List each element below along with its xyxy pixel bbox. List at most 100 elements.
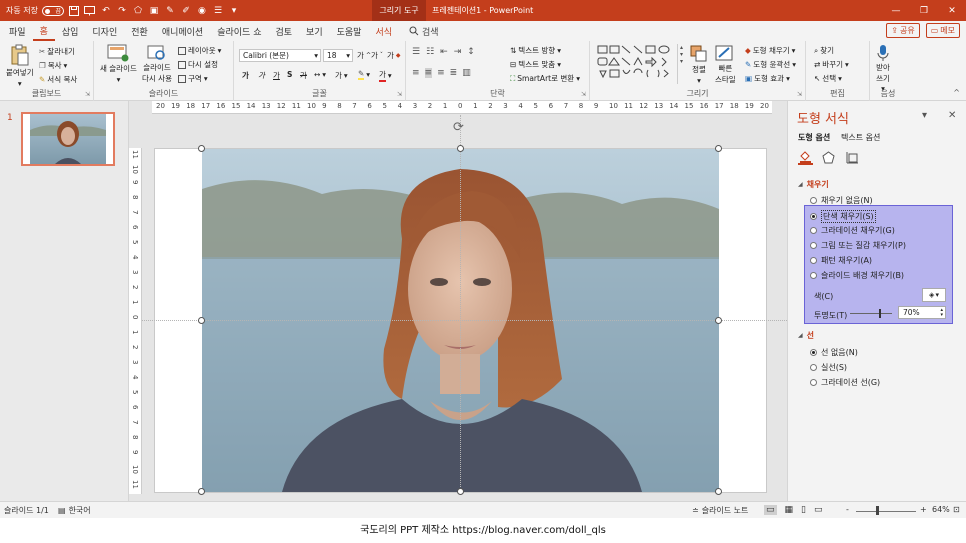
grow-font-button[interactable]: 가 ^ xyxy=(357,50,371,61)
copy-button[interactable]: ❐ 복사 ▾ xyxy=(39,60,67,71)
paragraph-launcher-icon[interactable]: ⇲ xyxy=(581,91,586,98)
zoom-in-button[interactable]: + xyxy=(920,505,927,514)
line-option-gradient[interactable]: 그라데이션 선(G) xyxy=(810,377,880,388)
fill-option-gradient[interactable]: 그라데이션 채우기(G) xyxy=(810,225,895,236)
find-button[interactable]: ⌕ 찾기 xyxy=(814,45,834,56)
format-painter-button[interactable]: ✎ 서식 복사 xyxy=(39,74,77,85)
transparency-input[interactable]: 70% ▴ ▾ xyxy=(898,306,946,319)
resize-handle-bottom-right[interactable] xyxy=(715,488,722,495)
quick-styles-button[interactable]: 빠른 스타일 xyxy=(715,45,736,85)
new-slide-button[interactable]: 새 슬라이드 ▾ xyxy=(100,44,137,84)
shape-effects-button[interactable]: ▣ 도형 효과 ▾ xyxy=(745,73,790,84)
tab-text-options[interactable]: 텍스트 옵션 xyxy=(841,132,880,143)
text-direction-button[interactable]: ⇅ 텍스트 방향 ▾ xyxy=(510,45,561,56)
resize-handle-bottom-left[interactable] xyxy=(198,488,205,495)
size-properties-icon[interactable] xyxy=(845,150,860,165)
align-center-icon[interactable]: ≡ xyxy=(424,68,433,78)
arrange-button[interactable]: 정렬 ▾ xyxy=(690,45,708,85)
tab-file[interactable]: 파일 xyxy=(2,21,33,41)
replace-button[interactable]: ⇄ 바꾸기 ▾ xyxy=(814,59,849,70)
effects-icon[interactable] xyxy=(821,150,836,165)
customize-qat-icon[interactable]: ▾ xyxy=(228,5,240,17)
tab-shape-options[interactable]: 도형 옵션 xyxy=(798,132,830,143)
normal-view-icon[interactable]: ▭ xyxy=(764,505,777,515)
font-name-combo[interactable]: Calibri (본문) ▾ xyxy=(239,49,321,62)
decrease-indent-icon[interactable]: ⇤ xyxy=(440,47,448,57)
reading-view-icon[interactable]: ▯ xyxy=(801,505,806,515)
transparency-slider[interactable] xyxy=(850,313,892,316)
minimize-button[interactable]: — xyxy=(882,0,910,21)
smartart-button[interactable]: ⛶ SmartArt로 변환 ▾ xyxy=(510,73,580,84)
align-right-icon[interactable]: ≡ xyxy=(437,68,445,78)
fill-option-slide-background[interactable]: 슬라이드 배경 채우기(B) xyxy=(810,270,904,281)
undo-icon[interactable]: ↶ xyxy=(100,5,112,17)
shapes-gallery-scroll[interactable]: ▴ ▾ ▾ xyxy=(677,44,685,84)
clipboard-launcher-icon[interactable]: ⇲ xyxy=(85,91,90,98)
paste-button[interactable]: 붙여넣기 ▾ xyxy=(6,44,34,88)
redo-icon[interactable]: ↷ xyxy=(116,5,128,17)
cut-button[interactable]: ✂ 잘라내기 xyxy=(39,46,75,57)
color-picker-button[interactable]: ◈ ▾ xyxy=(922,288,946,302)
line-option-none[interactable]: 선 없음(N) xyxy=(810,347,858,358)
slide-thumbnail[interactable] xyxy=(21,112,115,166)
line-section-header[interactable]: ◢ 선 xyxy=(798,330,814,341)
resize-handle-top[interactable] xyxy=(457,145,464,152)
pen-icon[interactable]: ✎ xyxy=(164,5,176,17)
reuse-slides-button[interactable]: 슬라이드 다시 사용 xyxy=(142,44,172,84)
line-spacing-icon[interactable]: ↕ xyxy=(467,47,475,57)
strikethrough-button[interactable]: 가 xyxy=(300,70,307,81)
zoom-slider-thumb[interactable] xyxy=(876,506,879,515)
picture-icon[interactable]: ▣ xyxy=(148,5,160,17)
highlight-button[interactable]: ✎ ▾ xyxy=(358,69,370,80)
section-button[interactable]: 구역 ▾ xyxy=(178,73,208,84)
notes-button[interactable]: ≐ 슬라이드 노트 xyxy=(692,505,748,516)
collapse-ribbon-icon[interactable]: ^ xyxy=(953,88,960,97)
zoom-out-button[interactable]: - xyxy=(846,505,849,514)
fill-option-picture[interactable]: 그림 또는 질감 채우기(P) xyxy=(810,240,906,251)
resize-handle-top-right[interactable] xyxy=(715,145,722,152)
tab-help[interactable]: 도움말 xyxy=(330,21,369,41)
tab-home[interactable]: 홈 xyxy=(32,21,55,41)
slide-sorter-icon[interactable]: ▦ xyxy=(785,505,794,515)
tab-slideshow[interactable]: 슬라이드 쇼 xyxy=(210,21,268,41)
align-left-icon[interactable]: ≡ xyxy=(412,68,420,78)
fit-to-window-icon[interactable]: ⊡ xyxy=(953,505,960,514)
select-button[interactable]: ↖ 선택 ▾ xyxy=(814,73,842,84)
fill-line-icon[interactable] xyxy=(798,150,813,165)
fill-section-header[interactable]: ◢ 채우기 xyxy=(798,179,829,190)
present-icon[interactable] xyxy=(84,5,96,17)
tab-transitions[interactable]: 전환 xyxy=(124,21,155,41)
bold-button[interactable]: 가 xyxy=(242,70,249,81)
comments-button[interactable]: ▭ 메모 xyxy=(925,23,960,38)
bullets-icon[interactable]: ☰ xyxy=(412,47,420,57)
save-icon[interactable] xyxy=(68,5,80,17)
tab-design[interactable]: 디자인 xyxy=(85,21,124,41)
slideshow-icon[interactable]: ▭ xyxy=(814,505,823,515)
shapes-gallery[interactable] xyxy=(596,44,674,84)
brush-icon[interactable]: ✐ xyxy=(180,5,192,17)
fill-option-pattern[interactable]: 패턴 채우기(A) xyxy=(810,255,872,266)
autosave-toggle[interactable]: 끔 xyxy=(41,5,64,16)
increase-indent-icon[interactable]: ⇥ xyxy=(454,47,462,57)
language-indicator[interactable]: ▤ 한국어 xyxy=(58,505,91,516)
resize-handle-left[interactable] xyxy=(198,317,205,324)
fill-option-none[interactable]: 채우기 없음(N) xyxy=(810,195,873,206)
dictate-button[interactable]: 받아 쓰기 ▾ xyxy=(876,44,890,93)
clear-format-button[interactable]: 가 ◆ xyxy=(387,50,401,61)
zoom-slider[interactable] xyxy=(856,511,916,512)
line-option-solid[interactable]: 실선(S) xyxy=(810,362,847,373)
shrink-font-button[interactable]: 가ˇ xyxy=(371,50,383,61)
font-color-button[interactable]: 가 ▾ xyxy=(379,69,392,82)
text-shadow-button[interactable]: S xyxy=(287,70,292,79)
tab-review[interactable]: 검토 xyxy=(268,21,299,41)
font-launcher-icon[interactable]: ⇲ xyxy=(397,91,402,98)
rotate-handle-icon[interactable]: ⟳ xyxy=(453,120,464,135)
pane-options-icon[interactable]: ▾ xyxy=(922,110,927,121)
share-button[interactable]: ⇪ 공유 xyxy=(886,23,920,38)
resize-handle-bottom[interactable] xyxy=(457,488,464,495)
numbering-icon[interactable]: ☷ xyxy=(426,47,434,57)
tab-animations[interactable]: 애니메이션 xyxy=(155,21,210,41)
transparency-slider-thumb[interactable] xyxy=(879,309,881,318)
font-size-combo[interactable]: 18 ▾ xyxy=(323,49,353,62)
resize-handle-right[interactable] xyxy=(715,317,722,324)
